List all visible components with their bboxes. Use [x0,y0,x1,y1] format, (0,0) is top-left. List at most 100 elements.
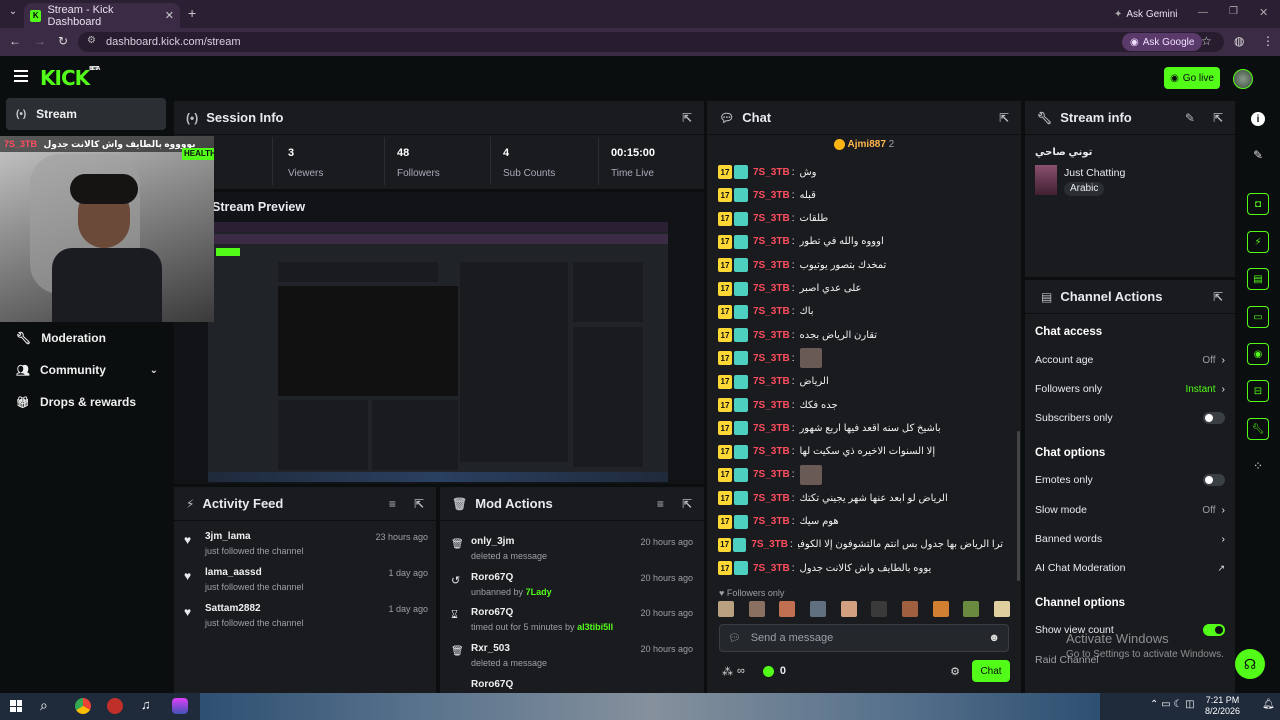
mod-username[interactable]: Roro67Q [471,679,693,689]
sidebar-item-drops[interactable]: 🎁︎ Drops & rewards [6,386,166,418]
chat-message[interactable]: 17 7S_3TB: هوم سيك [718,513,1003,531]
forward-arrow-icon[interactable]: → [34,34,46,48]
popout-icon[interactable]: ⇱ [414,497,424,511]
emote-icon[interactable] [871,601,888,617]
slow-mode-row[interactable]: Slow mode Off › [1035,500,1225,520]
chat-message[interactable]: 17 7S_3TB: [718,464,1003,485]
site-info-icon[interactable]: ⚙ [87,35,96,46]
reload-icon[interactable]: ↻ [58,34,68,48]
rail-moderation-button[interactable]: ⊟ [1240,376,1276,406]
popout-icon[interactable]: ⇱ [999,111,1009,125]
chat-message[interactable]: 17 7S_3TB: جده فكك [718,396,1003,414]
app-taskbar-icon[interactable] [107,698,123,714]
rail-edit-button[interactable]: ✎ [1240,140,1276,170]
chat-username[interactable]: 7S_3TB [753,493,790,504]
chat-username[interactable]: 7S_3TB [753,306,790,317]
edit-pencil-icon[interactable]: ✎ [1185,111,1195,125]
bookmark-star-icon[interactable]: ☆ [1201,34,1212,48]
emote-icon[interactable] [993,601,1010,617]
address-bar[interactable]: ⚙ dashboard.kick.com/stream [78,32,1224,52]
rail-capture-button[interactable]: ◘ [1240,189,1276,219]
tab-close-icon[interactable]: ✕ [165,9,174,22]
emote-icon[interactable] [779,601,796,617]
chat-input[interactable]: 💬︎ Send a message ☻ [719,624,1009,652]
mod-actor[interactable]: al3tibi5ll [577,622,613,632]
browser-menu-icon[interactable]: ⋮ [1262,34,1274,48]
chat-username[interactable]: 7S_3TB [753,330,790,341]
rail-document-button[interactable]: ▤ [1240,264,1276,294]
sidebar-item-community[interactable]: 👥︎ Community ⌄ [6,354,166,386]
avatar[interactable] [1233,69,1253,89]
support-chat-button[interactable]: ☊ [1235,649,1265,679]
search-icon[interactable]: ⌕ [40,697,48,714]
chrome-taskbar-icon[interactable] [75,698,91,714]
clock[interactable]: 7:21 PM 8/2/2026 [1205,695,1240,717]
emote-icon[interactable] [963,601,980,617]
notification-bell-icon[interactable]: 🔔︎ [1262,699,1275,710]
popout-icon[interactable]: ⇱ [1213,290,1223,304]
chat-username[interactable]: 7S_3TB [753,236,790,247]
ai-moderation-row[interactable]: AI Chat Moderation ↗ [1035,558,1225,578]
sidebar-item-moderation[interactable]: 🔧︎ Moderation [6,322,166,354]
chat-username[interactable]: 7S_3TB [753,400,790,411]
chat-scrollbar[interactable] [1017,431,1020,581]
subscribers-only-toggle[interactable] [1203,412,1225,424]
back-arrow-icon[interactable]: ← [9,34,21,48]
chat-username[interactable]: 7S_3TB [753,516,790,527]
chat-username[interactable]: 7S_3TB [753,423,790,434]
rail-info-button[interactable]: i [1240,104,1276,134]
rail-broadcast-button[interactable]: ◉ [1240,339,1276,369]
chat-message[interactable]: 17 7S_3TB: اوووه والله في تطور [718,233,1003,251]
chat-message[interactable]: 17 7S_3TB: باشيخ كل سنه اقعد فيها اربع شهو… [718,419,1003,437]
kick-logo[interactable]: KICKBETA [40,66,100,90]
chat-message[interactable]: 17 7S_3TB: طلقات [718,210,1003,228]
browser-tab[interactable]: K Stream - Kick Dashboard ✕ [24,3,180,28]
app2-taskbar-icon[interactable] [172,698,188,714]
followers-only-row[interactable]: Followers only Instant › [1035,379,1225,399]
emote-icon[interactable] [840,601,857,617]
tab-list-button[interactable]: ⌄ [6,6,20,20]
chat-message[interactable]: 17 7S_3TB: قبله [718,186,1003,204]
emote-icon[interactable] [809,601,826,617]
emote-icon[interactable] [748,601,765,617]
emoji-icon[interactable]: ☻ [988,632,1000,644]
close-window-button[interactable]: ✕ [1259,6,1268,19]
popout-icon[interactable]: ⇱ [682,111,692,125]
hamburger-menu-icon[interactable] [14,70,28,82]
chat-message[interactable]: 17 7S_3TB: وش [718,163,1003,181]
chat-message[interactable]: 17 7S_3TB: على عدي اصبر [718,280,1003,298]
filter-icon[interactable]: ≡ [389,497,396,511]
rail-chat-button[interactable]: ▭ [1240,302,1276,332]
preview-screen[interactable] [208,222,668,482]
mod-actor[interactable]: 7Lady [526,587,552,597]
chat-message[interactable]: 17 7S_3TB: تقارن الرياض بجده [718,326,1003,344]
profile-icon[interactable]: ◍ [1234,34,1244,48]
system-tray[interactable]: ⌃ ▭ ☾ ◫ [1150,699,1195,710]
emotes-only-toggle[interactable] [1203,474,1225,486]
chat-message[interactable]: 17 7S_3TB: يووه بالطايف واش كالانت جدول [718,559,1003,577]
popout-icon[interactable]: ⇱ [682,497,692,511]
chevron-down-icon[interactable]: ⌄ [150,365,158,376]
restore-window-button[interactable]: ❐ [1229,6,1238,17]
chat-username[interactable]: 7S_3TB [753,283,790,294]
rail-more-button[interactable]: ⁘ [1240,451,1276,481]
rail-wrench-button[interactable]: 🔧︎ [1240,414,1276,444]
chat-username[interactable]: 7S_3TB [751,539,788,550]
chat-username[interactable]: 7S_3TB [753,190,790,201]
settings-gear-icon[interactable]: ⚙ [950,665,960,678]
chat-username[interactable]: 7S_3TB [753,469,790,480]
sidebar-item-stream[interactable]: (•) Stream [6,98,166,130]
emote-icon[interactable] [932,601,949,617]
emote-icon[interactable] [718,601,734,617]
chat-username[interactable]: 7S_3TB [753,353,790,364]
chat-username[interactable]: 7S_3TB [753,376,790,387]
music-taskbar-icon[interactable]: ♫ [141,697,151,712]
chat-username[interactable]: 7S_3TB [753,167,790,178]
emote-icon[interactable] [901,601,918,617]
banned-words-row[interactable]: Banned words › [1035,529,1225,549]
chat-message[interactable]: 17 7S_3TB: تمخدك بتصور يوتيوب [718,256,1003,274]
pinned-user[interactable]: Ajmi887 2 [707,139,1021,150]
windows-start-icon[interactable] [10,700,22,712]
rail-lightning-button[interactable]: ⚡︎ [1240,227,1276,257]
users-icon[interactable]: ⁂ [722,665,733,678]
